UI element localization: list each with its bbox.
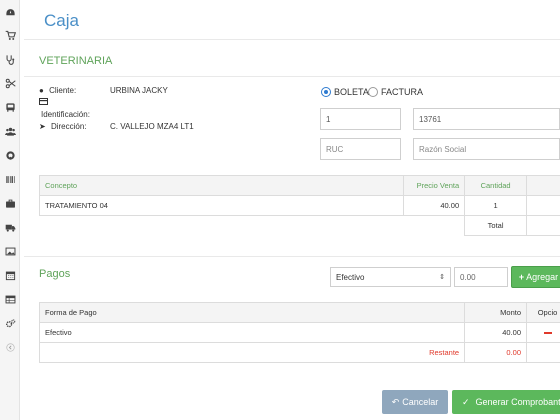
minus-icon[interactable] [543, 332, 552, 335]
add-payment-button[interactable]: + Agregar [511, 266, 560, 288]
payment-amount-input[interactable]: 0.00 [454, 267, 508, 287]
direccion-label: ➤ Dirección: [39, 122, 87, 131]
location-arrow-icon: ➤ [39, 122, 46, 131]
sidebar [0, 0, 20, 420]
radio-dot-selected[interactable] [321, 87, 331, 97]
pagos-title: Pagos [39, 268, 71, 280]
col-cantidad: Cantidad [464, 175, 528, 196]
dashboard-icon[interactable] [3, 5, 17, 19]
remove-payment-button[interactable] [526, 322, 560, 343]
briefcase-icon[interactable] [3, 196, 17, 210]
user-icon: ● [39, 86, 44, 95]
col-extra [526, 175, 560, 196]
cancel-button[interactable]: ↶ Cancelar [382, 390, 448, 414]
calendar-icon[interactable] [3, 268, 17, 282]
users-icon[interactable] [3, 124, 17, 138]
cell-forma: Efectivo [38, 322, 466, 343]
stethoscope-icon[interactable] [3, 52, 17, 66]
cliente-value: URBINA JACKY [110, 86, 168, 95]
github-icon[interactable] [3, 148, 17, 162]
divider [24, 39, 560, 40]
cliente-label: ● Cliente: [39, 86, 77, 95]
table-header-row: Forma de Pago Monto Opcio [38, 302, 560, 323]
section-title: VETERINARIA [39, 55, 113, 67]
direccion-value: C. VALLEJO MZA4 LT1 [110, 122, 194, 131]
total-row: Total [40, 215, 560, 236]
total-label: Total [464, 215, 528, 236]
table-icon[interactable] [3, 292, 17, 306]
cogs-icon[interactable] [3, 316, 17, 330]
col-precio: Precio Venta [403, 175, 466, 196]
radio-boleta[interactable]: BOLETA [321, 87, 369, 97]
identificacion-label: Identificación: [41, 110, 90, 119]
collapse-icon[interactable] [3, 340, 17, 354]
id-card-icon [39, 98, 48, 107]
ruc-input[interactable]: RUC [320, 138, 401, 160]
serie-input[interactable]: 1 [320, 108, 401, 130]
cell-extra [526, 195, 560, 216]
items-table: Concepto Precio Venta Cantidad TRATAMIEN… [38, 175, 560, 236]
numero-input[interactable]: 13761 [413, 108, 560, 130]
truck-icon[interactable] [3, 220, 17, 234]
radio-dot[interactable] [368, 87, 378, 97]
table-row: TRATAMIENTO 04 40.00 1 [38, 195, 560, 216]
radio-factura[interactable]: FACTURA [368, 87, 423, 97]
table-header-row: Concepto Precio Venta Cantidad [38, 175, 560, 196]
cart-icon[interactable] [3, 28, 17, 42]
col-concepto: Concepto [38, 175, 405, 196]
bus-icon[interactable] [3, 100, 17, 114]
razon-social-input[interactable]: Razón Social [413, 138, 560, 160]
cell-monto: 40.00 [464, 322, 528, 343]
table-row: Efectivo 40.00 [38, 322, 560, 343]
restante-value: 0.00 [464, 342, 528, 363]
image-icon[interactable] [3, 244, 17, 258]
generate-receipt-button[interactable]: ✓ Generar Comprobant [452, 390, 560, 414]
restante-label: Restante [38, 342, 466, 363]
restante-row: Restante 0.00 [38, 342, 560, 363]
check-icon: ✓ [462, 396, 470, 407]
col-monto: Monto [464, 302, 528, 323]
undo-icon: ↶ [391, 396, 400, 407]
barcode-icon[interactable] [3, 172, 17, 186]
cell-cantidad: 1 [464, 195, 528, 216]
page-title: Caja [44, 11, 79, 30]
scissors-icon[interactable] [3, 76, 17, 90]
plus-icon: + [518, 272, 525, 282]
divider [24, 256, 560, 257]
cell-precio: 40.00 [403, 195, 466, 216]
payment-method-select[interactable]: Efectivo ⇕ [330, 267, 451, 287]
col-opciones: Opcio [526, 302, 560, 323]
payments-table: Forma de Pago Monto Opcio Efectivo 40.00… [38, 302, 560, 363]
select-arrows-icon: ⇕ [439, 274, 445, 281]
total-value [526, 215, 560, 236]
cell-concepto: TRATAMIENTO 04 [38, 195, 405, 216]
col-forma: Forma de Pago [38, 302, 466, 323]
divider [24, 76, 560, 77]
